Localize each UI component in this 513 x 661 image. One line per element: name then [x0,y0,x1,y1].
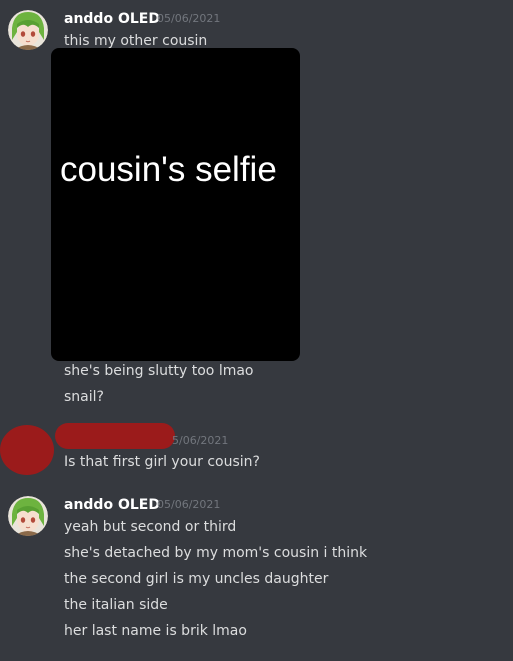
message-text: she's being slutty too lmao [64,363,254,379]
image-attachment[interactable]: cousin's selfie [51,48,300,361]
user-avatar[interactable] [8,496,48,536]
message-text: the second girl is my uncles daughter [64,571,329,587]
message-timestamp: 05/06/2021 [157,498,221,511]
message-text: Is that first girl your cousin? [64,454,260,470]
redacted-username [55,423,175,449]
redacted-avatar [0,425,54,475]
message-author[interactable]: anddo OLED [64,496,160,514]
message-text: her last name is brik lmao [64,623,247,639]
message-text: she's detached by my mom's cousin i thin… [64,545,368,561]
message-text: snail? [64,389,104,405]
avatar-anime-green-hair-icon [8,10,48,50]
message-author[interactable]: anddo OLED [64,10,160,28]
avatar-anime-green-hair-icon [8,496,48,536]
message-text: yeah but second or third [64,519,237,535]
message-timestamp: 05/06/2021 [157,12,221,25]
message-text: the italian side [64,597,168,613]
attachment-caption: cousin's selfie [60,150,277,189]
user-avatar[interactable] [8,10,48,50]
chat-messages-pane: anddo OLED 05/06/2021 this my other cous… [0,0,513,661]
message-timestamp: 5/06/2021 [172,434,229,447]
